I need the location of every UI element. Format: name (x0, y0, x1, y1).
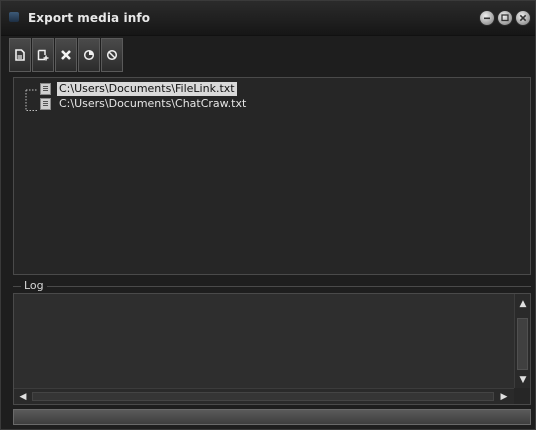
add-file-button[interactable] (32, 38, 54, 72)
scroll-left-icon[interactable]: ◀ (15, 389, 31, 405)
file-tree[interactable]: C:\Users\Documents\FileLink.txt C:\Users… (13, 77, 531, 275)
file-icon (40, 98, 51, 110)
toolbar (9, 38, 123, 74)
file-icon (40, 83, 51, 95)
remove-button[interactable] (55, 38, 77, 72)
scroll-corner (514, 388, 530, 404)
scrollbar-thumb[interactable] (517, 318, 528, 370)
title-bar[interactable]: Export media info (1, 1, 535, 36)
window-title: Export media info (28, 11, 151, 25)
scroll-up-icon[interactable]: ▲ (515, 296, 531, 312)
minimize-icon[interactable] (479, 10, 495, 26)
maximize-icon[interactable] (497, 10, 513, 26)
log-area[interactable]: ▲ ▼ ◀ ▶ (13, 293, 531, 405)
export-button[interactable] (78, 38, 100, 72)
list-item[interactable]: C:\Users\Documents\ChatCraw.txt (40, 97, 248, 111)
scrollbar-thumb[interactable] (32, 392, 494, 401)
new-document-button[interactable] (9, 38, 31, 72)
file-path: C:\Users\Documents\FileLink.txt (57, 82, 237, 96)
file-path: C:\Users\Documents\ChatCraw.txt (59, 97, 247, 110)
no-entry-icon (106, 49, 118, 61)
scroll-down-icon[interactable]: ▼ (515, 372, 531, 388)
cancel-button[interactable] (101, 38, 123, 72)
new-document-icon (15, 49, 25, 61)
close-icon[interactable] (515, 10, 531, 26)
scroll-right-icon[interactable]: ▶ (496, 389, 512, 405)
add-file-icon (37, 49, 49, 61)
horizontal-scrollbar[interactable]: ◀ ▶ (14, 388, 514, 404)
log-groupbox-header: Log (13, 279, 531, 293)
divider (13, 286, 531, 287)
vertical-scrollbar[interactable]: ▲ ▼ (514, 294, 530, 390)
x-icon (61, 50, 71, 60)
app-icon (9, 12, 19, 22)
list-item[interactable]: C:\Users\Documents\FileLink.txt (40, 82, 237, 96)
status-bar (13, 409, 531, 425)
export-media-info-window: Export media info C:\Users\Documents\Fil… (0, 0, 536, 430)
window-controls (479, 10, 531, 26)
log-label: Log (21, 279, 47, 292)
pie-icon (83, 49, 95, 61)
